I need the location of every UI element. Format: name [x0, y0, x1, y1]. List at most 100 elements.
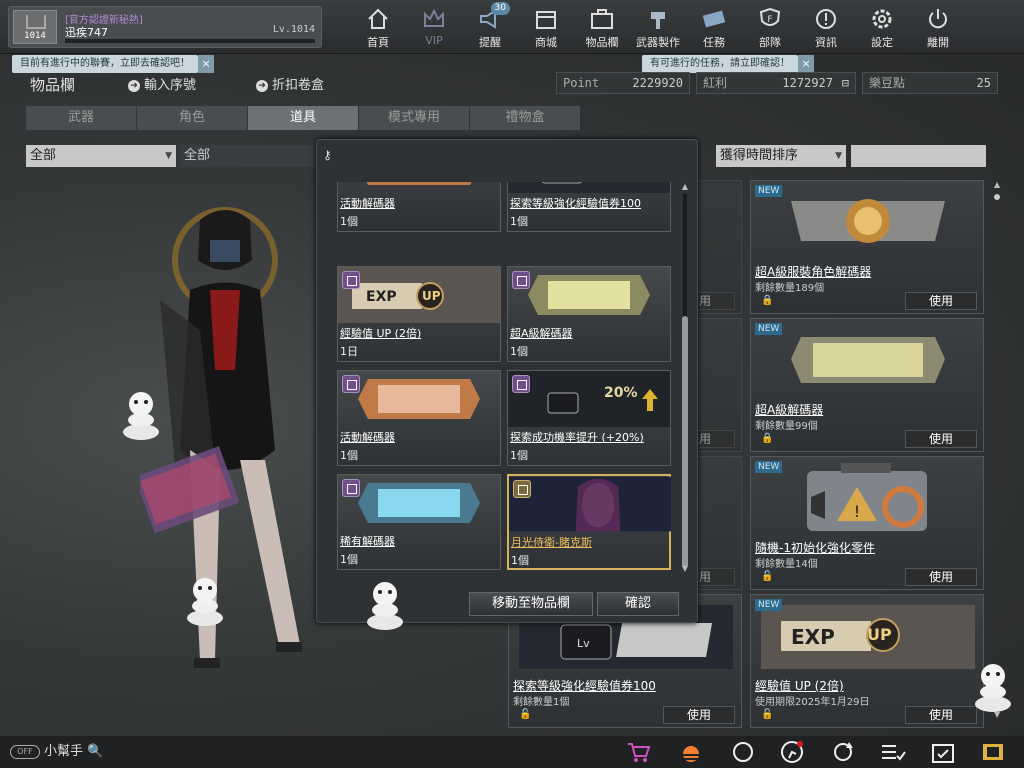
- new-badge: NEW: [755, 323, 783, 335]
- point-value: 2229920: [632, 76, 683, 90]
- character-model: [140, 207, 302, 668]
- shield-f-icon: F: [759, 7, 781, 26]
- move-to-inventory-button[interactable]: 移動至物品欄: [469, 592, 593, 616]
- helper-label: 小幫手: [44, 744, 84, 759]
- scroll-up-icon[interactable]: ▲: [994, 180, 1000, 189]
- grid-scrollbar[interactable]: ▲ ▼: [990, 180, 1004, 720]
- scroll-up-icon[interactable]: ▲: [681, 182, 689, 191]
- lock-icon: 🔒: [761, 295, 774, 306]
- coupon-button[interactable]: ➜ 折扣卷盒: [256, 74, 324, 93]
- mission-tooltip[interactable]: 有可進行的任務，請立即確認！ ×: [642, 55, 814, 73]
- player-level: Lv.1014: [272, 24, 315, 35]
- close-icon[interactable]: ×: [798, 55, 814, 73]
- nav-megaphone[interactable]: 提醒 30: [462, 2, 518, 50]
- checklist-icon[interactable]: [880, 740, 906, 764]
- sort-select[interactable]: 獲得時間排序 ▼: [716, 145, 846, 167]
- type-select-1[interactable]: 全部 ▼: [26, 145, 176, 167]
- item-remaining: 剩餘數量189個: [755, 283, 825, 294]
- type-select-2-value: 全部: [184, 148, 211, 163]
- nav-shield-f[interactable]: F 部隊: [742, 2, 798, 50]
- dialog-scrollbar[interactable]: ▲ ▼: [681, 182, 689, 574]
- scroll-thumb[interactable]: [682, 316, 688, 568]
- item-card[interactable]: NEW 超A級服裝角色解碼器 剩餘數量189個 🔒 使用: [750, 180, 984, 314]
- cart-icon[interactable]: [626, 740, 652, 764]
- reward-list[interactable]: 活動解碼器 1個 探索等級強化經驗值券100 1個 EXP UP 經驗值 UP …: [337, 182, 671, 574]
- reward-item[interactable]: 探索等級強化經驗值券100 1個: [507, 182, 671, 232]
- refresh-icon[interactable]: [830, 740, 856, 764]
- nav-gear[interactable]: 設定: [854, 2, 910, 50]
- item-type-icon: [342, 479, 360, 497]
- nav-home[interactable]: 首頁: [350, 2, 406, 50]
- reward-item-qty: 1個: [340, 215, 358, 228]
- nav-label: 提醒: [479, 36, 501, 49]
- item-card[interactable]: EXP UP NEW 經驗值 UP (2倍) 使用期限2025年1月29日 🔓 …: [750, 594, 984, 728]
- nav-label: 設定: [871, 36, 893, 49]
- reward-item[interactable]: 20% 探索成功機率提升 (+20%) 1個: [507, 370, 671, 466]
- bean-value: 25: [976, 76, 991, 90]
- helper[interactable]: OFF 小幫手 🔍: [10, 742, 103, 762]
- exp-up-image: [338, 267, 500, 323]
- nav-info[interactable]: 資訊: [798, 2, 854, 50]
- type-select-2[interactable]: 全部: [180, 145, 316, 167]
- use-button[interactable]: 使用: [905, 706, 977, 724]
- reward-item-qty: 1個: [511, 554, 529, 567]
- arrow-icon: ➜: [256, 79, 268, 92]
- tab-4[interactable]: 禮物盒: [470, 106, 580, 130]
- point-display: Point 2229920: [556, 72, 690, 94]
- reward-item[interactable]: 超A級解碼器 1個: [507, 266, 671, 362]
- use-button[interactable]: 使用: [905, 430, 977, 448]
- dialog-header: ⚷: [317, 140, 697, 170]
- search-input[interactable]: [851, 145, 986, 167]
- close-icon[interactable]: ×: [198, 55, 214, 73]
- item-card[interactable]: NEW 超A級解碼器 剩餘數量99個 🔒 使用: [750, 318, 984, 452]
- scroll-down-icon[interactable]: ▼: [994, 710, 1000, 719]
- use-button[interactable]: 使用: [905, 292, 977, 310]
- page-title: 物品欄: [30, 76, 76, 94]
- bottom-bar: [0, 736, 1024, 768]
- nav-shop[interactable]: 商城: [518, 2, 574, 50]
- running-icon[interactable]: [780, 740, 806, 764]
- nav-briefcase[interactable]: 物品欄: [574, 2, 630, 50]
- sunset-icon[interactable]: [678, 740, 704, 764]
- calendar-icon[interactable]: [930, 740, 956, 764]
- snake-pet-icon: [123, 392, 159, 440]
- confirm-button[interactable]: 確認: [597, 592, 679, 616]
- tab-0[interactable]: 武器: [26, 106, 136, 130]
- league-tooltip[interactable]: 目前有進行中的聯賽，立即去確認吧！ ×: [12, 55, 214, 73]
- item-type-icon: [342, 271, 360, 289]
- reward-item[interactable]: 活動解碼器 1個: [337, 182, 501, 232]
- nav-crown[interactable]: VIP: [406, 2, 462, 50]
- reward-item-qty: 1個: [340, 553, 358, 566]
- tab-3[interactable]: 模式專用: [359, 106, 469, 130]
- nav-ticket[interactable]: 任務: [686, 2, 742, 50]
- search-icon[interactable]: 🔍: [87, 744, 103, 759]
- nav-hammer[interactable]: 武器製作: [630, 2, 686, 50]
- tab-1[interactable]: 角色: [137, 106, 247, 130]
- bonus-info-icon[interactable]: ⊟: [842, 73, 849, 93]
- reward-item[interactable]: EXP UP 經驗值 UP (2倍) 1日: [337, 266, 501, 362]
- reward-item[interactable]: 活動解碼器 1個: [337, 370, 501, 466]
- reward-item-name: 月光侍衛-賭克斯: [511, 536, 592, 549]
- item-remaining: 剩餘數量14個: [755, 559, 818, 570]
- tab-2[interactable]: 道具: [248, 106, 358, 130]
- use-button[interactable]: 使用: [905, 568, 977, 586]
- use-button[interactable]: 使用: [663, 706, 735, 724]
- reward-item-selected[interactable]: 月光侍衛-賭克斯 1個: [507, 474, 671, 570]
- serial-button[interactable]: ➜ 輸入序號: [128, 74, 196, 93]
- item-name: 經驗值 UP (2倍): [755, 679, 844, 693]
- reward-item-qty: 1個: [510, 449, 528, 462]
- home-icon: [368, 8, 388, 29]
- mission-tooltip-text: 有可進行的任務，請立即確認！: [650, 58, 790, 69]
- reward-item-name: 稀有解碼器: [340, 535, 395, 548]
- helper-toggle[interactable]: OFF: [10, 744, 40, 759]
- compass-icon[interactable]: [730, 740, 756, 764]
- nav-power[interactable]: 離開: [910, 2, 966, 50]
- item-card[interactable]: ! NEW 隨機-1初始化強化零件 剩餘數量14個 🔓 使用: [750, 456, 984, 590]
- player-profile[interactable]: 1014 [官方認證新秘熱] 迅疾747 Lv.1014: [8, 6, 322, 48]
- reward-item[interactable]: 稀有解碼器 1個: [337, 474, 501, 570]
- film-icon[interactable]: [980, 740, 1006, 764]
- scroll-thumb[interactable]: [994, 194, 1000, 200]
- crown-icon: [424, 8, 444, 27]
- scroll-down-icon[interactable]: ▼: [681, 564, 689, 573]
- new-badge: NEW: [755, 599, 783, 611]
